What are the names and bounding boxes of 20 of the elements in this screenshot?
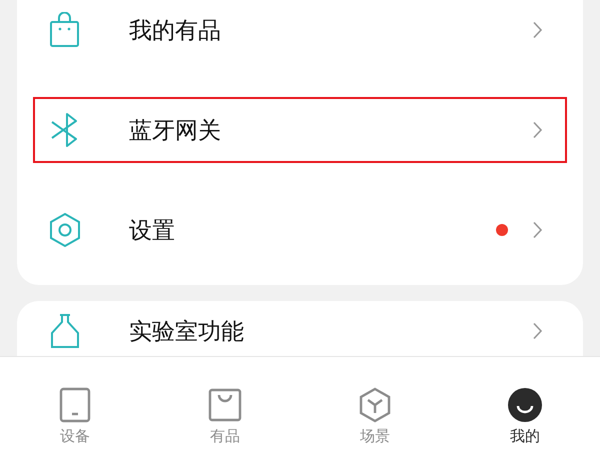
flask-icon	[49, 313, 81, 349]
chevron-icon	[532, 221, 543, 239]
shopping-bag-icon	[49, 12, 81, 48]
menu-item[interactable]: 实验室功能	[33, 307, 567, 355]
chevron-icon	[532, 21, 543, 39]
smile-face-icon	[507, 387, 543, 423]
settings-icon	[49, 212, 81, 248]
menu-item-label: 设置	[129, 216, 176, 246]
tablet-icon	[57, 387, 93, 423]
menu-item-label: 我的有品	[129, 16, 222, 46]
tab[interactable]: 我的	[450, 357, 600, 450]
shopping-bag-icon	[207, 387, 243, 423]
chevron-icon	[532, 322, 543, 340]
menu-item[interactable]: 我的有品	[33, 0, 567, 63]
menu-item[interactable]: 设置	[33, 197, 567, 263]
hexagon-icon	[357, 387, 393, 423]
chevron-icon	[532, 121, 543, 139]
menu-item[interactable]: 蓝牙网关	[33, 97, 567, 163]
menu-item-label: 蓝牙网关	[129, 116, 222, 146]
menu-item-label: 实验室功能	[129, 318, 245, 346]
